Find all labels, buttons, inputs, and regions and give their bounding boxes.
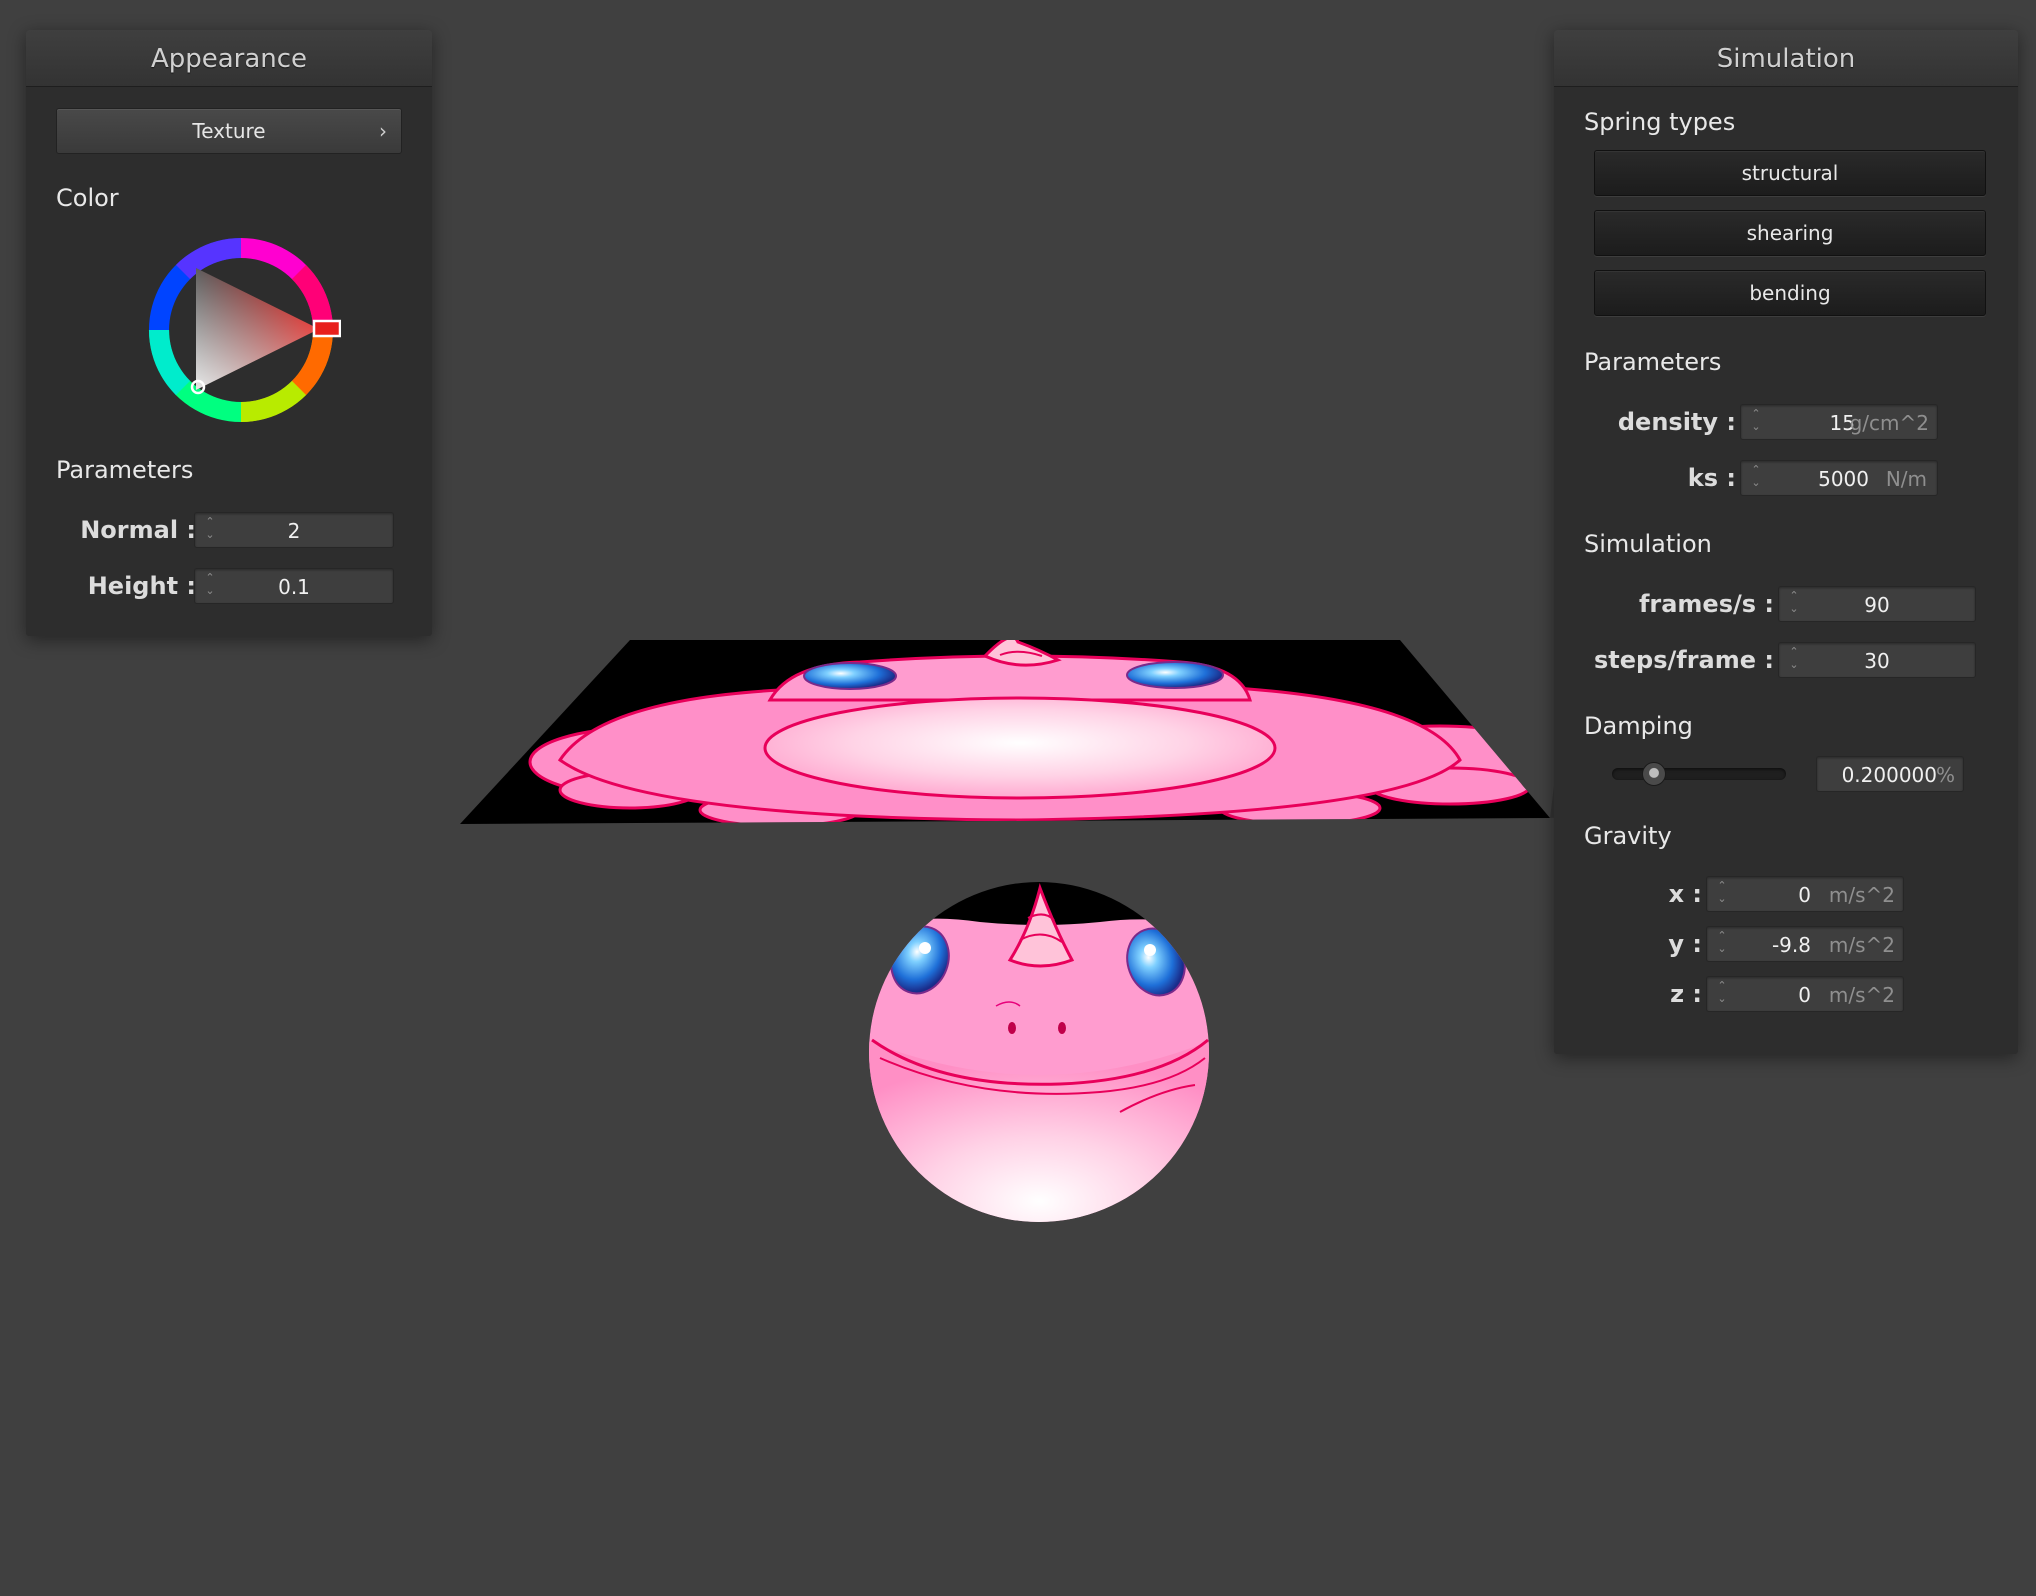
density-input[interactable]: ⌃ ⌄ 15 g/cm^2 <box>1740 404 1938 440</box>
chevron-right-icon: › <box>379 119 387 143</box>
hue-handle <box>312 319 341 338</box>
damping-slider-knob[interactable] <box>1642 762 1666 786</box>
damping-label: Damping <box>1584 712 1693 740</box>
simulation-section-label: Simulation <box>1584 530 1712 558</box>
spinner-icon[interactable]: ⌃ ⌄ <box>1715 929 1729 959</box>
gravity-y-unit: m/s^2 <box>1828 933 1895 957</box>
normal-input[interactable]: ⌃ ⌄ 2 <box>194 512 394 548</box>
gravity-x-input[interactable]: ⌃ ⌄ 0 m/s^2 <box>1706 876 1904 912</box>
normal-value: 2 <box>287 519 301 543</box>
simulation-parameters-label: Parameters <box>1584 348 1722 376</box>
structural-toggle-button[interactable]: structural <box>1594 150 1986 196</box>
appearance-panel-title[interactable]: Appearance <box>26 30 432 87</box>
ks-label: ks : <box>1687 464 1736 492</box>
spinner-icon[interactable]: ⌃ ⌄ <box>1715 879 1729 909</box>
gravity-x-value: 0 <box>1798 883 1811 907</box>
normal-label: Normal : <box>80 516 196 544</box>
appearance-panel: Appearance Texture › Color Parameters No… <box>26 30 432 636</box>
gravity-z-label: z : <box>1670 980 1702 1008</box>
color-wheel[interactable] <box>141 230 341 430</box>
steps-per-frame-input[interactable]: ⌃ ⌄ 30 <box>1778 642 1976 678</box>
gravity-x-label: x : <box>1668 880 1702 908</box>
gravity-y-label: y : <box>1668 930 1702 958</box>
frames-per-second-label: frames/s : <box>1638 590 1774 618</box>
damping-value: 0.200000 <box>1841 763 1937 787</box>
color-section-label: Color <box>56 184 119 212</box>
cloth-plane[interactable] <box>460 637 1590 826</box>
spinner-icon[interactable]: ⌃ ⌄ <box>1749 463 1763 493</box>
density-unit: g/cm^2 <box>1849 411 1929 435</box>
simulation-panel: Simulation Spring types structural shear… <box>1554 30 2018 1054</box>
ks-unit: N/m <box>1885 467 1927 491</box>
ks-value: 5000 <box>1818 467 1869 491</box>
frames-per-second-value: 90 <box>1864 593 1890 617</box>
simulation-panel-title[interactable]: Simulation <box>1554 30 2018 87</box>
density-label: density : <box>1617 408 1736 436</box>
height-label: Height : <box>87 572 196 600</box>
steps-per-frame-value: 30 <box>1864 649 1890 673</box>
texture-button-label: Texture <box>192 119 266 143</box>
damping-input[interactable]: 0.200000 % <box>1816 756 1964 792</box>
gravity-label: Gravity <box>1584 822 1672 850</box>
damping-slider[interactable] <box>1612 762 1786 786</box>
spinner-icon[interactable]: ⌃ ⌄ <box>1715 979 1729 1009</box>
frames-per-second-input[interactable]: ⌃ ⌄ 90 <box>1778 586 1976 622</box>
bending-toggle-button[interactable]: bending <box>1594 270 1986 316</box>
spring-types-label: Spring types <box>1584 108 1736 136</box>
damping-unit: % <box>1935 763 1955 787</box>
gravity-z-input[interactable]: ⌃ ⌄ 0 m/s^2 <box>1706 976 1904 1012</box>
shearing-toggle-button[interactable]: shearing <box>1594 210 1986 256</box>
gravity-y-input[interactable]: ⌃ ⌄ -9.8 m/s^2 <box>1706 926 1904 962</box>
height-input[interactable]: ⌃ ⌄ 0.1 <box>194 568 394 604</box>
height-value: 0.1 <box>278 575 310 599</box>
sphere[interactable] <box>850 882 1230 1230</box>
steps-per-frame-label: steps/frame : <box>1594 646 1774 674</box>
gravity-z-value: 0 <box>1798 983 1811 1007</box>
gravity-y-value: -9.8 <box>1771 933 1811 957</box>
spinner-icon[interactable]: ⌃ ⌄ <box>1749 407 1763 437</box>
texture-popup-button[interactable]: Texture › <box>56 108 402 154</box>
gravity-z-unit: m/s^2 <box>1828 983 1895 1007</box>
gravity-x-unit: m/s^2 <box>1828 883 1895 907</box>
appearance-parameters-label: Parameters <box>56 456 194 484</box>
ks-input[interactable]: ⌃ ⌄ 5000 N/m <box>1740 460 1938 496</box>
